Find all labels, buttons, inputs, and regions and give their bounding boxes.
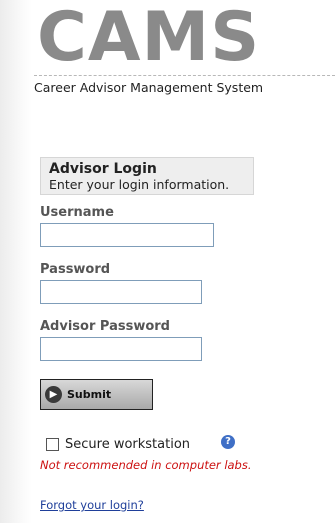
username-input[interactable] bbox=[40, 223, 214, 247]
advisor-password-label: Advisor Password bbox=[40, 319, 170, 334]
logo-divider bbox=[34, 75, 335, 76]
app-logo: CAMS bbox=[37, 0, 261, 77]
login-header-box: Advisor Login Enter your login informati… bbox=[40, 157, 254, 195]
username-label: Username bbox=[40, 205, 114, 220]
app-subtitle: Career Advisor Management System bbox=[34, 80, 264, 95]
login-title: Advisor Login bbox=[49, 161, 157, 177]
secure-workstation-checkbox[interactable] bbox=[46, 438, 59, 451]
password-input[interactable] bbox=[40, 280, 202, 304]
question-circle-icon[interactable]: ? bbox=[221, 435, 235, 449]
secure-workstation-label[interactable]: Secure workstation bbox=[65, 437, 190, 452]
secure-warning: Not recommended in computer labs. bbox=[40, 458, 252, 472]
submit-label: Submit bbox=[67, 388, 112, 401]
password-label: Password bbox=[40, 262, 111, 277]
forgot-login-link[interactable]: Forgot your login? bbox=[40, 498, 144, 512]
arrow-right-circle-icon: ▶ bbox=[45, 386, 62, 403]
submit-button[interactable]: ▶ Submit bbox=[40, 379, 153, 410]
left-shadow bbox=[0, 0, 32, 523]
advisor-password-input[interactable] bbox=[40, 337, 202, 361]
login-instructions: Enter your login information. bbox=[49, 177, 230, 192]
